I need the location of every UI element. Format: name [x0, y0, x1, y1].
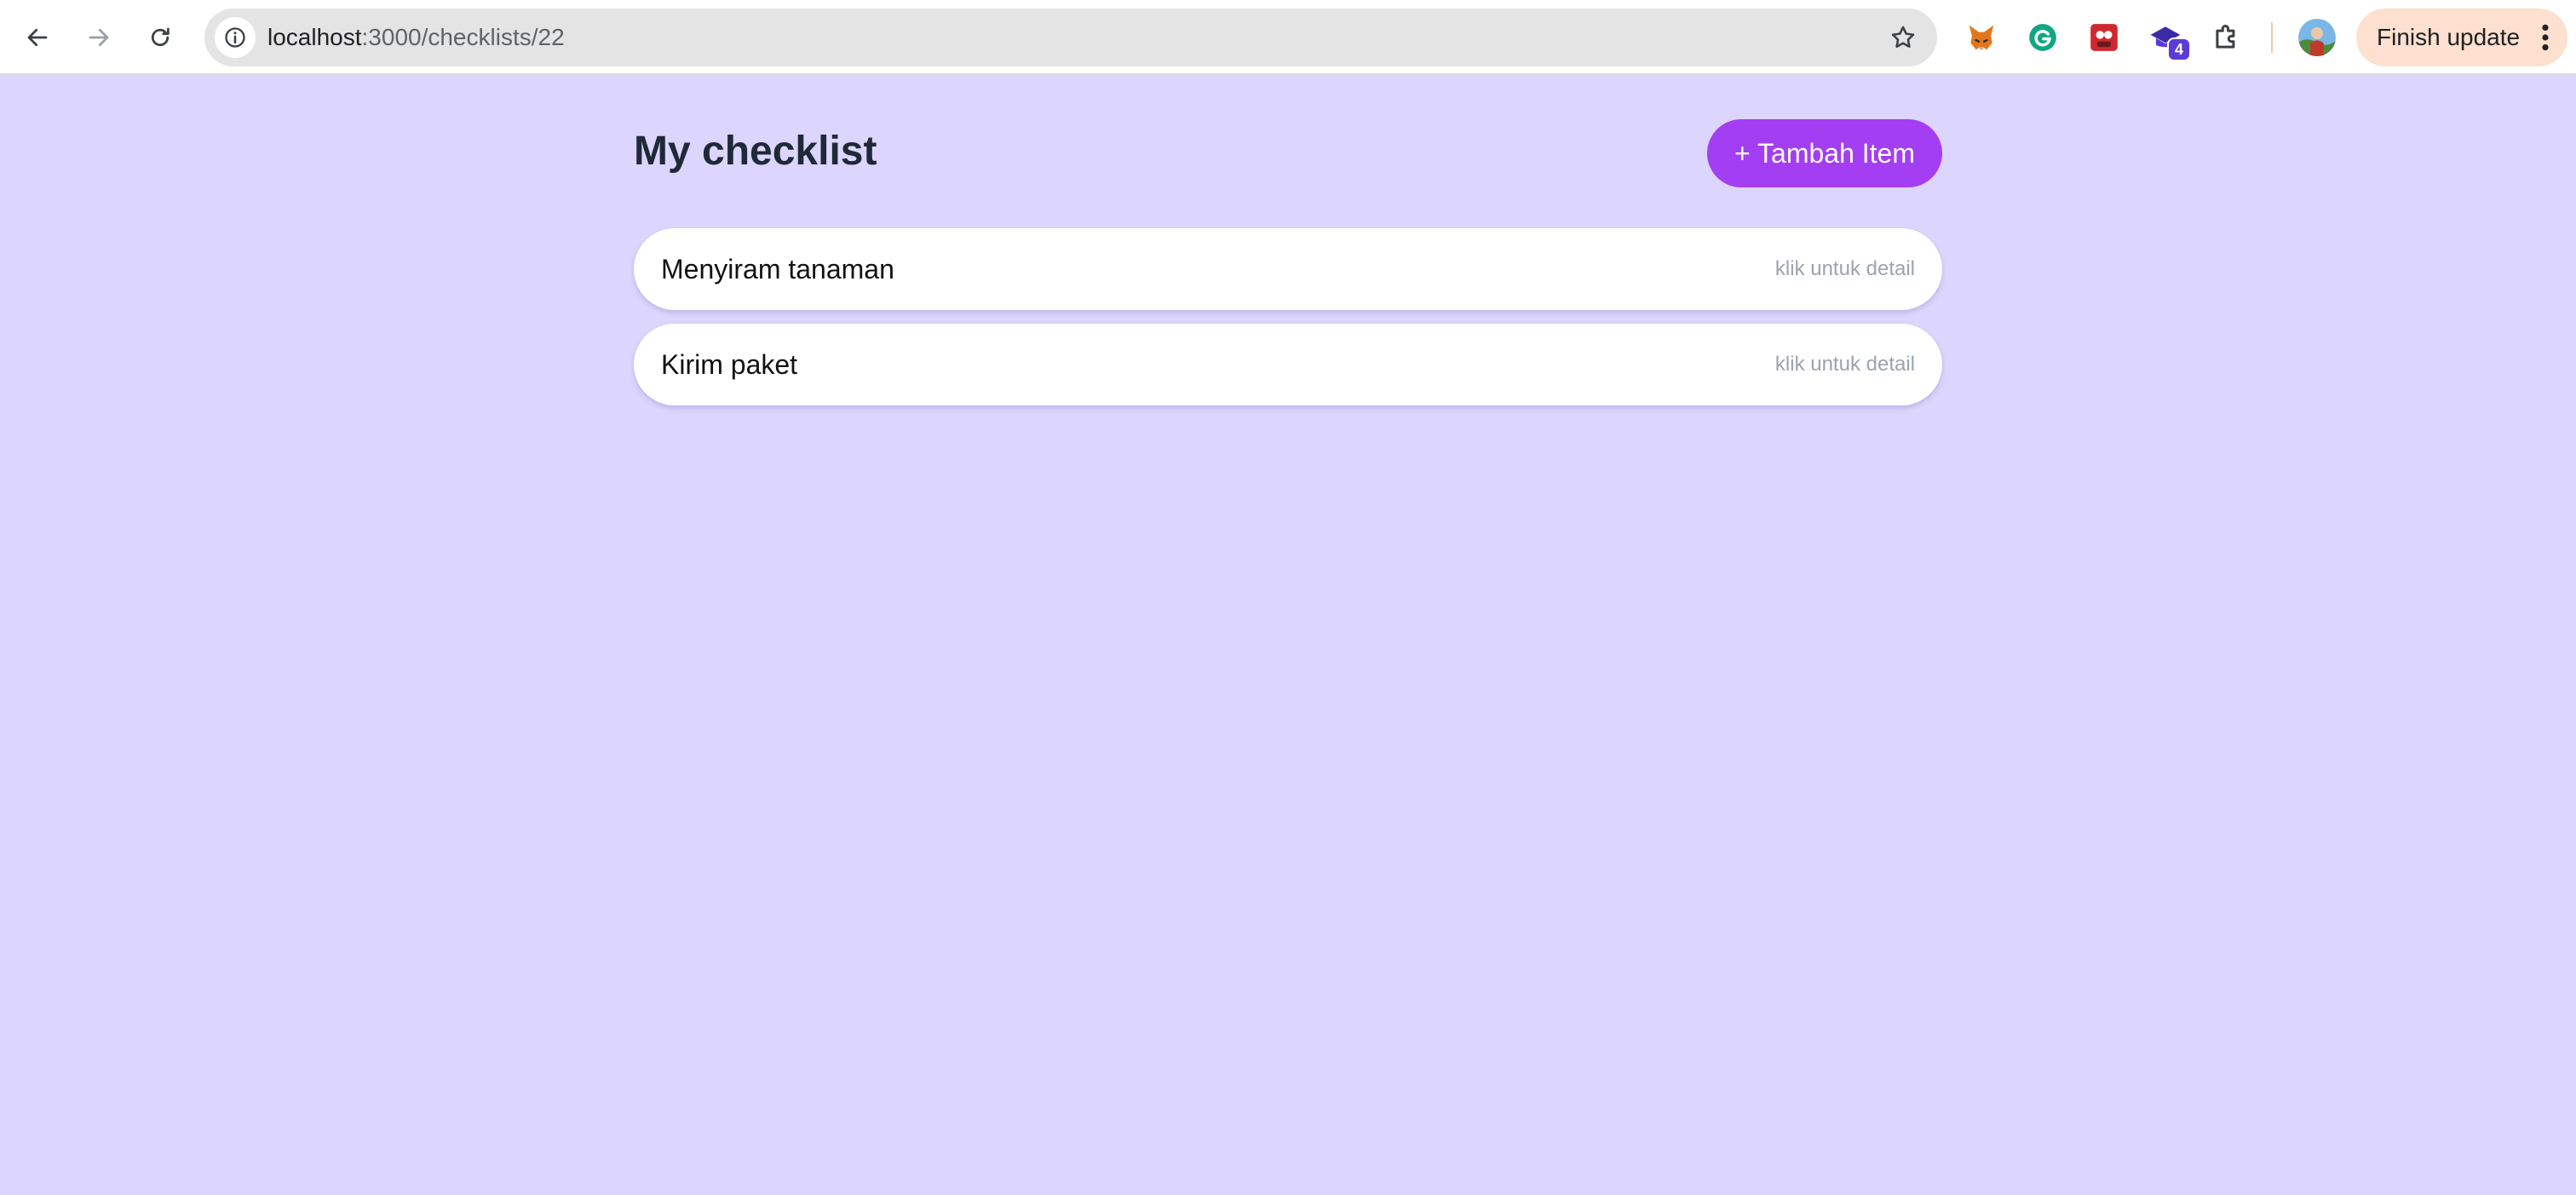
grammarly-extension[interactable]	[2022, 17, 2063, 58]
url-path: :3000/checklists/22	[361, 24, 565, 50]
toolbar-divider	[2271, 22, 2273, 53]
site-info-button[interactable]	[215, 17, 256, 58]
add-item-button[interactable]: + Tambah Item	[1707, 119, 1942, 187]
url-host: localhost	[267, 24, 362, 50]
page-title: My checklist	[634, 129, 877, 174]
checklist-item-hint: klik untuk detail	[1774, 257, 1915, 280]
forward-button[interactable]	[77, 15, 121, 60]
reload-icon	[151, 27, 170, 47]
metamask-extension[interactable]	[1961, 17, 2002, 58]
extension-badge-count: 4	[2167, 37, 2191, 61]
red-extension[interactable]	[2084, 17, 2125, 58]
grammarly-icon	[2029, 24, 2056, 51]
info-icon	[225, 27, 245, 48]
checklist-page: My checklist + Tambah Item Menyiram tana…	[634, 118, 1942, 405]
reload-button[interactable]	[138, 15, 182, 60]
checklist-item-hint: klik untuk detail	[1774, 353, 1915, 376]
page-header: My checklist + Tambah Item	[634, 118, 1942, 187]
fox-icon	[1969, 25, 1994, 50]
arrow-right-icon	[89, 28, 109, 47]
checklist-items: Menyiram tanaman klik untuk detail Kirim…	[634, 228, 1942, 419]
checklist-item[interactable]: Menyiram tanaman klik untuk detail	[634, 228, 1942, 310]
checklist-item-title: Menyiram tanaman	[661, 254, 894, 284]
url-text[interactable]: localhost:3000/checklists/22	[267, 9, 565, 66]
purple-extension[interactable]: 4	[2145, 17, 2191, 61]
extensions-menu-button[interactable]	[2206, 17, 2247, 58]
browser-toolbar: localhost:3000/checklists/22 4 Finish up…	[0, 0, 2576, 75]
finish-update-label: Finish update	[2377, 24, 2521, 50]
back-button[interactable]	[15, 15, 60, 60]
profile-avatar-button[interactable]	[2298, 19, 2336, 56]
puzzle-icon	[2216, 25, 2235, 49]
bookmark-star-button[interactable]	[1886, 20, 1920, 55]
red-app-icon	[2090, 24, 2118, 51]
more-vertical-icon	[2542, 24, 2549, 51]
checklist-item-title: Kirim paket	[661, 349, 798, 380]
checklist-item[interactable]: Kirim paket klik untuk detail	[634, 324, 1942, 405]
arrow-left-icon	[27, 28, 48, 47]
finish-update-button[interactable]: Finish update	[2356, 9, 2567, 66]
avatar-icon	[2298, 19, 2336, 56]
address-bar[interactable]: localhost:3000/checklists/22	[204, 9, 1937, 66]
star-icon	[1891, 26, 1915, 49]
